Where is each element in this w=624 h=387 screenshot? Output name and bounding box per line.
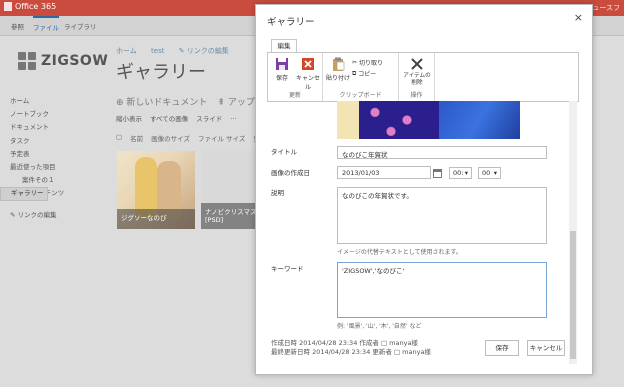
dialog-ribbon: 保存 キャンセル 更新 貼り付け ✂ 切り取り ⧉ コピー クリップボード アイ… — [267, 52, 579, 102]
puzzle-logo-icon — [18, 52, 36, 70]
hour-select[interactable]: 00: ▾ — [449, 167, 472, 179]
nav-home[interactable]: ホーム — [0, 95, 106, 108]
tab-files[interactable]: ファイル — [33, 16, 59, 32]
new-document-label: 新しいドキュメント — [126, 98, 208, 108]
image-preview-part — [439, 101, 520, 139]
ribbon-group-actions: アイテムの削除 操作 — [399, 53, 435, 101]
cancel-icon — [301, 57, 315, 71]
title-input[interactable]: なのびこ年賀状 — [337, 146, 547, 159]
thumbnail-caption: ジグソーなのび — [117, 209, 195, 229]
tab-edit[interactable]: 編集 — [271, 39, 297, 53]
library-actions: ⊕ 新しいドキュメント ⇞ アップロー — [116, 95, 273, 108]
calendar-icon[interactable] — [433, 169, 442, 178]
description-textarea[interactable]: なのびこの年賀状です。 — [337, 187, 547, 244]
ribbon-paste-label: 貼り付け — [325, 75, 350, 82]
left-navigation: ホーム ノートブック ドキュメント タスク 予定表 最近使った項目 案件その１ … — [0, 95, 106, 222]
minute-select[interactable]: 00 ▾ — [478, 167, 501, 179]
brand-label: Office 365 — [15, 2, 57, 11]
dialog-scrollbar[interactable] — [569, 101, 577, 364]
column-file-size[interactable]: ファイル サイズ — [198, 133, 245, 143]
image-preview — [337, 101, 520, 139]
nav-tasks[interactable]: タスク — [0, 135, 106, 148]
site-logo[interactable]: ZIGSOW — [18, 52, 108, 70]
office365-brand[interactable]: Office 365 — [4, 2, 56, 11]
delete-x-icon — [410, 57, 424, 71]
office-logo-icon — [4, 2, 12, 11]
view-switcher: 縮小表示 すべての画像 スライド ... — [116, 113, 237, 123]
chevron-down-icon: ▾ — [464, 169, 468, 177]
dialog-title: ギャラリー — [267, 17, 315, 28]
ribbon-copy-button[interactable]: ⧉ コピー — [352, 69, 377, 79]
modified-info: 最終更新日時 2014/04/28 23:34 更新者 □ manya様 — [271, 348, 431, 356]
save-button[interactable]: 保存 — [485, 340, 519, 356]
view-slides[interactable]: スライド — [196, 113, 222, 123]
ribbon-group-clipboard: 貼り付け ✂ 切り取り ⧉ コピー クリップボード — [323, 53, 399, 101]
ribbon-copy-label: コピー — [358, 71, 377, 78]
keywords-textarea[interactable]: 'ZIGSOW','なのびこ' — [337, 262, 547, 318]
description-hint: イメージの代替テキストとして使用されます。 — [337, 249, 462, 256]
cancel-button[interactable]: キャンセル — [527, 340, 565, 356]
nav-gallery[interactable]: ギャラリー — [0, 187, 48, 201]
nav-notebook[interactable]: ノートブック — [0, 108, 106, 121]
edit-properties-dialog: ギャラリー × 編集 保存 キャンセル 更新 貼り付け ✂ 切り取り ⧉ コピー… — [255, 4, 593, 375]
breadcrumb-edit-label: リンクの編集 — [186, 47, 229, 55]
close-icon[interactable]: × — [574, 11, 583, 24]
image-preview-part — [337, 101, 359, 139]
ribbon-paste-button[interactable]: 貼り付け — [325, 57, 351, 82]
nav-recent[interactable]: 最近使った項目 — [0, 161, 106, 174]
ribbon-cut-button[interactable]: ✂ 切り取り — [352, 58, 383, 67]
minute-value: 00 — [482, 169, 491, 177]
ribbon-cancel-button[interactable]: キャンセル — [294, 57, 322, 91]
ribbon-delete-button[interactable]: アイテムの削除 — [403, 57, 431, 86]
tab-browse[interactable]: 参照 — [11, 21, 24, 31]
column-name[interactable]: 名前 — [130, 133, 143, 143]
nav-edit-links-label: リンクの編集 — [17, 210, 57, 219]
keywords-hint: 例: '風景', '山', '木', '自然' など — [337, 323, 422, 330]
new-document-link[interactable]: ⊕ 新しいドキュメント — [116, 95, 207, 108]
floppy-disk-icon — [275, 57, 289, 71]
column-headers: ▢ 名前 画像のサイズ ファイル サイズ 更新 — [116, 133, 266, 143]
chevron-down-icon: ▾ — [493, 169, 497, 177]
clipboard-icon — [331, 57, 345, 71]
page-title: ギャラリー — [116, 62, 206, 83]
image-preview-part — [359, 101, 439, 139]
ribbon-group-update-label: 更新 — [288, 92, 301, 99]
file-icon: ▢ — [116, 133, 123, 141]
ribbon-group-actions-label: 操作 — [410, 92, 423, 99]
keywords-label: キーワード — [271, 265, 304, 273]
copy-icon: ⧉ — [352, 69, 357, 77]
breadcrumb: ホーム test ✎ リンクの編集 — [116, 46, 253, 56]
ribbon-save-label: 保存 — [275, 75, 288, 82]
gallery-thumbnail[interactable]: ジグソーなのび — [117, 151, 195, 229]
scissors-icon: ✂ — [352, 59, 358, 66]
ribbon-cancel-label: キャンセル — [295, 75, 320, 91]
tab-library[interactable]: ライブラリ — [64, 21, 97, 31]
scrollbar-thumb[interactable] — [570, 231, 576, 359]
description-label: 説明 — [271, 189, 284, 197]
ribbon-save-button[interactable]: 保存 — [270, 57, 294, 82]
ribbon-group-clipboard-label: クリップボード — [339, 92, 382, 99]
ribbon-cut-label: 切り取り — [359, 60, 384, 67]
column-image-size[interactable]: 画像のサイズ — [151, 133, 190, 143]
date-input[interactable]: 2013/01/03 — [337, 166, 431, 179]
nav-project-1[interactable]: 案件その１ — [0, 174, 106, 187]
view-all-images[interactable]: すべての画像 — [150, 113, 188, 123]
view-thumbnails[interactable]: 縮小表示 — [116, 113, 142, 123]
character-illustration — [135, 157, 157, 217]
breadcrumb-test[interactable]: test — [151, 47, 164, 55]
breadcrumb-home[interactable]: ホーム — [116, 47, 137, 55]
nav-calendar[interactable]: 予定表 — [0, 148, 106, 161]
ribbon-group-update: 保存 キャンセル 更新 — [268, 53, 323, 101]
ribbon-delete-label: アイテムの削除 — [403, 73, 431, 86]
breadcrumb-edit-links[interactable]: ✎ リンクの編集 — [179, 47, 241, 55]
hour-value: 00: — [453, 169, 464, 177]
title-label: タイトル — [271, 148, 297, 156]
site-logo-text: ZIGSOW — [41, 53, 109, 69]
nav-documents[interactable]: ドキュメント — [0, 121, 106, 134]
view-more[interactable]: ... — [230, 113, 236, 123]
date-label: 画像の作成日 — [271, 169, 310, 177]
nav-edit-links[interactable]: ✎ リンクの編集 — [0, 209, 106, 222]
